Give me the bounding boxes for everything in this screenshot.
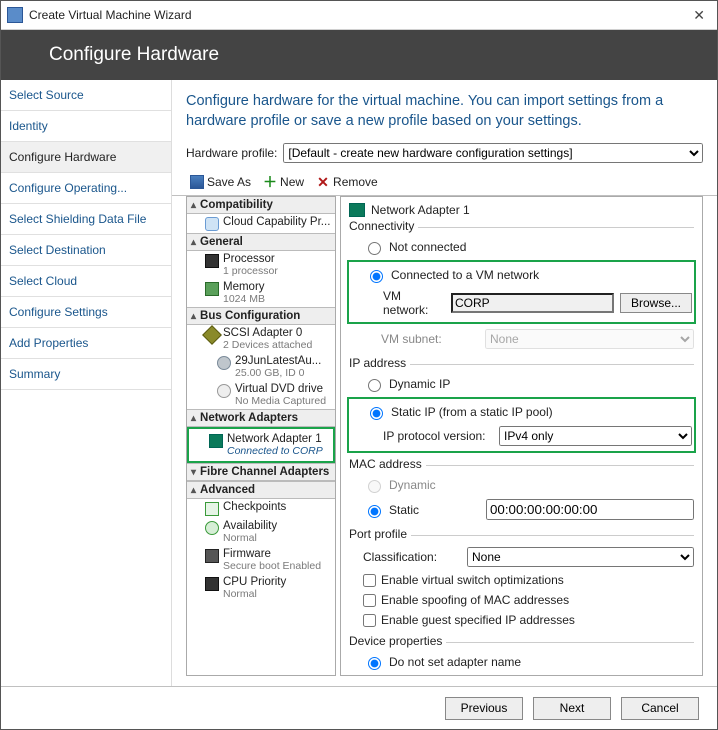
- item-checkpoints[interactable]: Checkpoints: [187, 499, 335, 518]
- radio-mac-static[interactable]: [368, 505, 381, 518]
- chevron-up-icon: ▴: [191, 200, 196, 211]
- cat-general[interactable]: ▴General: [187, 233, 335, 251]
- nav-configure-os[interactable]: Configure Operating...: [1, 173, 171, 204]
- vm-subnet-select: None: [485, 329, 694, 349]
- hardware-profile-select[interactable]: [Default - create new hardware configura…: [283, 143, 703, 163]
- detail-title: Network Adapter 1: [371, 203, 470, 217]
- nav-cloud[interactable]: Select Cloud: [1, 266, 171, 297]
- cat-bus[interactable]: ▴Bus Configuration: [187, 307, 335, 325]
- legend-ip: IP address: [349, 356, 410, 370]
- hardware-tree[interactable]: ▴Compatibility Cloud Capability Pr... ▴G…: [186, 196, 336, 676]
- item-cloud-capability[interactable]: Cloud Capability Pr...: [187, 214, 335, 233]
- previous-button[interactable]: Previous: [445, 697, 523, 720]
- classification-label: Classification:: [363, 550, 461, 564]
- item-network-adapter-1[interactable]: Network Adapter 1Connected to CORP: [191, 431, 331, 459]
- radio-connected[interactable]: [370, 270, 383, 283]
- item-scsi[interactable]: SCSI Adapter 02 Devices attached: [187, 325, 335, 353]
- chevron-down-icon: ▾: [191, 467, 196, 478]
- nav-identity[interactable]: Identity: [1, 111, 171, 142]
- legend-mac: MAC address: [349, 457, 426, 471]
- plus-icon: ＋: [263, 175, 277, 189]
- window-title: Create Virtual Machine Wizard: [29, 8, 687, 22]
- cat-fibre[interactable]: ▾Fibre Channel Adapters: [187, 463, 335, 481]
- new-button[interactable]: ＋New: [259, 173, 308, 191]
- cpu-icon: [205, 254, 219, 268]
- toolbar: Save As ＋New ✕Remove: [172, 169, 717, 196]
- vm-network-label: VM network:: [383, 289, 445, 317]
- detail-pane: Network Adapter 1 Connectivity Not conne…: [340, 196, 703, 676]
- save-as-button[interactable]: Save As: [186, 173, 255, 191]
- scsi-icon: [202, 325, 222, 345]
- item-memory[interactable]: Memory1024 MB: [187, 279, 335, 307]
- save-icon: [190, 175, 204, 189]
- chevron-up-icon: ▴: [191, 413, 196, 424]
- headline: Configure hardware for the virtual machi…: [172, 80, 717, 139]
- close-icon[interactable]: ✕: [687, 7, 711, 24]
- cat-network[interactable]: ▴Network Adapters: [187, 409, 335, 427]
- priority-icon: [205, 577, 219, 591]
- banner: Configure Hardware: [1, 30, 717, 80]
- ip-proto-select[interactable]: IPv4 only: [499, 426, 692, 446]
- item-availability[interactable]: AvailabilityNormal: [187, 518, 335, 546]
- availability-icon: [205, 521, 219, 535]
- legend-port: Port profile: [349, 527, 411, 541]
- app-icon: [7, 7, 23, 23]
- cat-compatibility[interactable]: ▴Compatibility: [187, 197, 335, 214]
- legend-connectivity: Connectivity: [349, 219, 418, 233]
- nav-destination[interactable]: Select Destination: [1, 235, 171, 266]
- nav-shielding[interactable]: Select Shielding Data File: [1, 204, 171, 235]
- item-cpu-priority[interactable]: CPU PriorityNormal: [187, 574, 335, 602]
- chk-vswitch-opt[interactable]: [363, 574, 376, 587]
- nav-select-source[interactable]: Select Source: [1, 80, 171, 111]
- nic-icon: [349, 203, 365, 217]
- footer: Previous Next Cancel: [1, 686, 717, 729]
- radio-dynamic-ip[interactable]: [368, 379, 381, 392]
- dvd-icon: [217, 384, 231, 398]
- browse-button[interactable]: Browse...: [620, 293, 692, 313]
- legend-device: Device properties: [349, 634, 446, 648]
- hardware-profile-label: Hardware profile:: [186, 146, 277, 160]
- classification-select[interactable]: None: [467, 547, 694, 567]
- ip-proto-label: IP protocol version:: [383, 429, 493, 443]
- disk-icon: [217, 356, 231, 370]
- chk-mac-spoof[interactable]: [363, 594, 376, 607]
- checkpoint-icon: [205, 502, 219, 516]
- remove-button[interactable]: ✕Remove: [312, 173, 382, 191]
- chevron-up-icon: ▴: [191, 485, 196, 496]
- item-firmware[interactable]: FirmwareSecure boot Enabled: [187, 546, 335, 574]
- firmware-icon: [205, 549, 219, 563]
- titlebar: Create Virtual Machine Wizard ✕: [1, 1, 717, 30]
- vm-network-input[interactable]: [451, 293, 614, 313]
- cat-advanced[interactable]: ▴Advanced: [187, 481, 335, 499]
- radio-noset-name[interactable]: [368, 657, 381, 670]
- memory-icon: [205, 282, 219, 296]
- chevron-up-icon: ▴: [191, 311, 196, 322]
- nav-settings[interactable]: Configure Settings: [1, 297, 171, 328]
- radio-not-connected[interactable]: [368, 242, 381, 255]
- nav-properties[interactable]: Add Properties: [1, 328, 171, 359]
- mac-input[interactable]: [486, 499, 694, 520]
- wizard-window: Create Virtual Machine Wizard ✕ Configur…: [0, 0, 718, 730]
- wizard-steps: Select Source Identity Configure Hardwar…: [1, 80, 172, 686]
- nic-icon: [209, 434, 223, 448]
- chk-guest-ip[interactable]: [363, 614, 376, 627]
- next-button[interactable]: Next: [533, 697, 611, 720]
- item-disk[interactable]: 29JunLatestAu...25.00 GB, ID 0: [187, 353, 335, 381]
- cloud-icon: [205, 217, 219, 231]
- radio-static-ip[interactable]: [370, 407, 383, 420]
- nav-summary[interactable]: Summary: [1, 359, 171, 390]
- radio-mac-dynamic: [368, 480, 381, 493]
- x-icon: ✕: [316, 175, 330, 189]
- chevron-up-icon: ▴: [191, 237, 196, 248]
- banner-title: Configure Hardware: [49, 44, 219, 66]
- item-dvd[interactable]: Virtual DVD driveNo Media Captured: [187, 381, 335, 409]
- nav-configure-hardware[interactable]: Configure Hardware: [1, 142, 171, 173]
- item-processor[interactable]: Processor1 processor: [187, 251, 335, 279]
- vm-subnet-label: VM subnet:: [381, 332, 479, 346]
- cancel-button[interactable]: Cancel: [621, 697, 699, 720]
